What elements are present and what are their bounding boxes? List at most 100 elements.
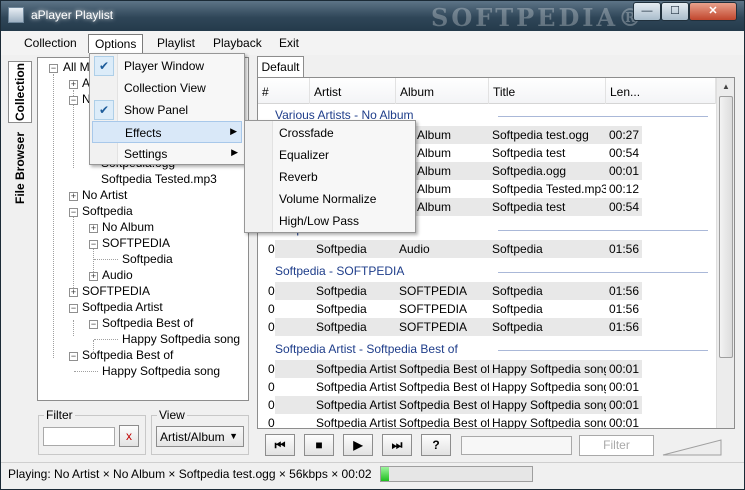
group-header[interactable]: Softpedia Artist - Softpedia Best of bbox=[275, 342, 458, 356]
table-cell: Happy Softpedia song bbox=[492, 362, 606, 376]
tree-item[interactable]: Happy Softpedia song bbox=[122, 332, 240, 346]
group-separator bbox=[498, 350, 708, 351]
column-header-artist[interactable]: Artist bbox=[310, 78, 396, 104]
scroll-up-icon[interactable]: ▲ bbox=[717, 78, 734, 95]
table-cell: 00:01 bbox=[609, 416, 640, 429]
view-label: View bbox=[157, 408, 187, 422]
tree-item[interactable]: SOFTPEDIA bbox=[102, 236, 170, 250]
tree-collapse-icon[interactable]: − bbox=[49, 64, 58, 73]
table-cell: Softpedia Best of bbox=[399, 362, 489, 376]
tree-expand-icon[interactable]: + bbox=[69, 192, 78, 201]
menu-playlist[interactable]: Playlist bbox=[151, 34, 201, 53]
watermark: SOFTPEDIA® bbox=[431, 3, 646, 32]
play-button[interactable]: ▶ bbox=[343, 434, 373, 456]
tree-collapse-icon[interactable]: − bbox=[69, 304, 78, 313]
table-cell: Softpedia bbox=[492, 320, 543, 334]
tree-item[interactable]: Audio bbox=[102, 268, 133, 282]
table-cell: 0 bbox=[268, 416, 275, 429]
tree-item[interactable]: Softpedia Best of bbox=[102, 316, 193, 330]
menu-item-effects[interactable]: Effects ▶ bbox=[92, 121, 242, 143]
view-select[interactable]: Artist/Album ▼ bbox=[156, 426, 244, 447]
title-bar[interactable]: aPlayer Playlist SOFTPEDIA® — ☐ ✕ bbox=[1, 1, 744, 32]
menu-playback[interactable]: Playback bbox=[207, 34, 268, 53]
tree-item[interactable]: Happy Softpedia song bbox=[102, 364, 220, 378]
menu-item-crossfade[interactable]: Crossfade bbox=[247, 122, 413, 144]
table-cell: 0 bbox=[268, 320, 275, 334]
table-row[interactable]: 0 Softpedia Artist Softpedia Best of Happy … bbox=[268, 396, 642, 414]
menu-item-player-window[interactable]: ✔ Player Window bbox=[92, 55, 242, 77]
menu-item-equalizer[interactable]: Equalizer bbox=[247, 144, 413, 166]
check-icon: ✔ bbox=[94, 56, 114, 76]
close-button[interactable]: ✕ bbox=[689, 2, 737, 21]
view-select-value: Artist/Album bbox=[160, 430, 225, 444]
menu-item-show-panel[interactable]: ✔ Show Panel bbox=[92, 99, 242, 121]
column-header-title[interactable]: Title bbox=[489, 78, 606, 104]
table-cell: Softpedia bbox=[492, 284, 543, 298]
tab-collection[interactable]: Collection bbox=[8, 61, 32, 123]
check-icon: ✔ bbox=[94, 100, 114, 120]
table-row[interactable]: 0 Softpedia Audio Softpedia 01:56 bbox=[268, 240, 642, 258]
seek-bar[interactable] bbox=[461, 436, 572, 455]
group-header[interactable]: Softpedia - SOFTPEDIA bbox=[275, 264, 404, 278]
tree-item[interactable]: Softpedia Best of bbox=[82, 348, 173, 362]
table-cell: Softpedia Best of bbox=[399, 398, 489, 412]
table-cell: 0 bbox=[268, 302, 275, 316]
tree-collapse-icon[interactable]: − bbox=[69, 208, 78, 217]
tree-item[interactable]: SOFTPEDIA bbox=[82, 284, 150, 298]
tree-expand-icon[interactable]: + bbox=[69, 288, 78, 297]
column-header-length[interactable]: Len... bbox=[606, 78, 716, 104]
tree-item[interactable]: Softpedia bbox=[122, 252, 173, 266]
menu-item-collection-view[interactable]: Collection View bbox=[92, 77, 242, 99]
clear-filter-button[interactable]: x bbox=[119, 425, 139, 447]
tree-expand-icon[interactable]: + bbox=[89, 224, 98, 233]
next-button[interactable]: ⏭ bbox=[382, 434, 412, 456]
table-cell: Softpedia Artist bbox=[316, 362, 396, 376]
tree-collapse-icon[interactable]: − bbox=[69, 352, 78, 361]
tree-item[interactable]: Softpedia Artist bbox=[82, 300, 163, 314]
tree-collapse-icon[interactable]: − bbox=[69, 96, 78, 105]
stop-button[interactable]: ■ bbox=[304, 434, 334, 456]
tree-expand-icon[interactable]: + bbox=[69, 80, 78, 89]
tab-default[interactable]: Default bbox=[257, 56, 304, 78]
menu-item-reverb[interactable]: Reverb bbox=[247, 166, 413, 188]
table-cell: Softpedia bbox=[316, 320, 367, 334]
table-row[interactable]: 0 Softpedia Artist Softpedia Best of Happy … bbox=[268, 360, 642, 378]
table-cell: Audio bbox=[399, 242, 430, 256]
tab-file-browser[interactable]: File Browser bbox=[8, 127, 32, 209]
table-row[interactable]: 0 Softpedia SOFTPEDIA Softpedia 01:56 bbox=[268, 300, 642, 318]
table-cell: 00:01 bbox=[609, 362, 640, 376]
tree-item[interactable]: Softpedia Tested.mp3 bbox=[101, 172, 217, 186]
menu-collection[interactable]: Collection bbox=[18, 34, 83, 53]
tree-collapse-icon[interactable]: − bbox=[89, 240, 98, 249]
tree-collapse-icon[interactable]: − bbox=[89, 320, 98, 329]
table-row[interactable]: 0 Softpedia Artist Softpedia Best of Happy … bbox=[268, 378, 642, 396]
table-row[interactable]: 0 Softpedia SOFTPEDIA Softpedia 01:56 bbox=[268, 318, 642, 336]
filter-input[interactable] bbox=[43, 427, 115, 446]
help-button[interactable]: ? bbox=[421, 434, 451, 456]
minimize-button[interactable]: — bbox=[633, 2, 661, 21]
tree-item[interactable]: No Album bbox=[102, 220, 154, 234]
table-row[interactable]: 0 Softpedia SOFTPEDIA Softpedia 01:56 bbox=[268, 282, 642, 300]
playlist-filter-input[interactable]: Filter bbox=[579, 435, 654, 456]
table-row[interactable]: 0 Softpedia Artist Softpedia Best of Happy … bbox=[268, 414, 642, 428]
progress-fill bbox=[381, 467, 389, 481]
column-header-row: # Artist Album Title Len... bbox=[258, 78, 716, 104]
menu-item-settings[interactable]: Settings ▶ bbox=[92, 143, 242, 165]
table-cell: 0 bbox=[268, 380, 275, 394]
playlist-scrollbar[interactable]: ▲ bbox=[716, 78, 734, 428]
tree-item[interactable]: Softpedia bbox=[82, 204, 133, 218]
table-cell: 01:56 bbox=[609, 302, 640, 316]
tree-expand-icon[interactable]: + bbox=[89, 272, 98, 281]
menu-item-volume-normalize[interactable]: Volume Normalize bbox=[247, 188, 413, 210]
previous-button[interactable]: ⏮ bbox=[265, 434, 295, 456]
menu-exit[interactable]: Exit bbox=[273, 34, 305, 53]
table-cell: 0 bbox=[268, 284, 275, 298]
column-header-album[interactable]: Album bbox=[396, 78, 489, 104]
menu-options[interactable]: Options bbox=[88, 34, 144, 53]
menu-item-high-low-pass[interactable]: High/Low Pass bbox=[247, 210, 413, 232]
column-header-number[interactable]: # bbox=[258, 78, 310, 104]
scroll-thumb[interactable] bbox=[719, 96, 733, 358]
maximize-button[interactable]: ☐ bbox=[661, 2, 689, 21]
tree-item[interactable]: No Artist bbox=[82, 188, 127, 202]
volume-slider[interactable] bbox=[661, 437, 723, 457]
